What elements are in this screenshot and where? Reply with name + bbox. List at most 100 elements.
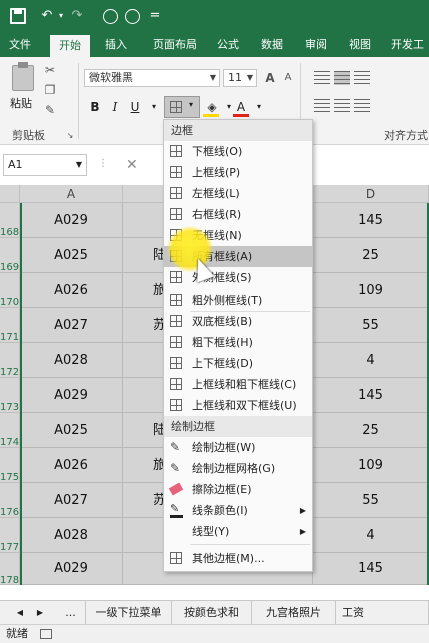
sheet-prev-button[interactable]: ◀ — [10, 601, 30, 625]
menu-item-border[interactable]: 粗外侧框线(T) — [164, 290, 312, 311]
bold-button[interactable]: B — [86, 98, 104, 116]
undo-dropdown-icon[interactable]: ▾ — [56, 7, 66, 25]
menu-item-border[interactable]: 双底框线(B) — [164, 311, 312, 332]
menu-item-line-style[interactable]: 线型(Y) ▶ — [164, 521, 312, 542]
cell-d[interactable]: 55 — [313, 483, 429, 518]
font-name-box[interactable]: 微软雅黑 ▼ — [84, 69, 220, 87]
row-header[interactable]: 169 — [0, 238, 20, 273]
row-header[interactable]: 173 — [0, 378, 20, 413]
row-header[interactable]: 171 — [0, 308, 20, 343]
cell-d[interactable]: 109 — [313, 448, 429, 483]
row-header[interactable]: 177 — [0, 518, 20, 553]
select-all-corner[interactable] — [0, 185, 20, 203]
tab-insert[interactable]: 插入 — [98, 33, 134, 57]
tab-review[interactable]: 审阅 — [298, 33, 334, 57]
cut-icon[interactable]: ✂ — [42, 63, 58, 77]
align-bottom-icon[interactable] — [354, 71, 370, 85]
font-color-dropdown-icon[interactable]: ▾ — [250, 98, 268, 116]
cell-a[interactable]: A028 — [20, 518, 123, 553]
cell-a[interactable]: A026 — [20, 273, 123, 308]
row-header[interactable]: 178 — [0, 553, 20, 586]
decrease-font-icon[interactable]: A — [280, 71, 296, 85]
row-header[interactable]: 176 — [0, 483, 20, 518]
cell-d[interactable]: 4 — [313, 518, 429, 553]
sheet-tab[interactable]: 一级下拉菜单 — [86, 601, 172, 625]
row-header[interactable]: 174 — [0, 413, 20, 448]
underline-button[interactable]: U — [126, 98, 144, 116]
cell-d[interactable]: 145 — [313, 553, 429, 585]
undo-icon[interactable]: ↶ — [38, 7, 56, 25]
tab-view[interactable]: 视图 — [342, 33, 378, 57]
save-icon[interactable] — [10, 8, 26, 24]
redo-icon[interactable]: ↷ — [68, 7, 86, 25]
macro-record-icon[interactable] — [40, 629, 52, 639]
align-right-icon[interactable] — [354, 99, 370, 113]
align-center-icon[interactable] — [334, 99, 350, 113]
menu-item-border[interactable]: 外侧框线(S) — [164, 267, 312, 288]
sheet-next-button[interactable]: ▶ — [30, 601, 50, 625]
format-painter-icon[interactable]: ✎ — [42, 103, 58, 117]
cell-a[interactable]: A028 — [20, 343, 123, 378]
menu-item-more-borders[interactable]: 其他边框(M)... — [164, 548, 312, 569]
cell-a[interactable]: A029 — [20, 203, 123, 238]
cell-a[interactable]: A025 — [20, 238, 123, 273]
cell-a[interactable]: A029 — [20, 553, 123, 585]
customize-quick-access[interactable]: = — [148, 7, 162, 25]
menu-item-line-color[interactable]: ✎ 线条颜色(I) ▶ — [164, 500, 312, 521]
align-top-icon[interactable] — [314, 71, 330, 85]
paste-label[interactable]: 粘贴 — [10, 95, 32, 111]
menu-item-border[interactable]: 下框线(O) — [164, 141, 312, 162]
cell-a[interactable]: A027 — [20, 483, 123, 518]
quick-access-circle-icon[interactable] — [103, 9, 118, 24]
row-header[interactable]: 172 — [0, 343, 20, 378]
underline-dropdown-icon[interactable]: ▾ — [145, 98, 163, 116]
cancel-formula-icon[interactable]: ✕ — [126, 157, 138, 173]
menu-item-border[interactable]: 上框线(P) — [164, 162, 312, 183]
tab-home[interactable]: 开始 — [50, 35, 90, 57]
menu-item-border[interactable]: 上下框线(D) — [164, 353, 312, 374]
align-middle-icon[interactable] — [334, 71, 350, 85]
align-left-icon[interactable] — [314, 99, 330, 113]
increase-font-icon[interactable]: A — [262, 71, 278, 85]
cell-d[interactable]: 55 — [313, 308, 429, 343]
cell-a[interactable]: A025 — [20, 413, 123, 448]
cell-a[interactable]: A029 — [20, 378, 123, 413]
row-header[interactable]: 170 — [0, 273, 20, 308]
cell-a[interactable]: A027 — [20, 308, 123, 343]
tab-file[interactable]: 文件 — [2, 33, 38, 57]
menu-item-border[interactable]: 上框线和粗下框线(C) — [164, 374, 312, 395]
menu-item-border[interactable]: 上框线和双下框线(U) — [164, 395, 312, 416]
borders-button[interactable]: ▾ — [164, 96, 200, 118]
cell-d[interactable]: 4 — [313, 343, 429, 378]
italic-button[interactable]: I — [106, 98, 124, 116]
cell-d[interactable]: 25 — [313, 413, 429, 448]
sheet-tab[interactable]: 按颜色求和 — [172, 601, 252, 625]
column-header-a[interactable]: A — [20, 185, 123, 203]
column-header-d[interactable]: D — [313, 185, 429, 203]
quick-access-circle-icon-2[interactable] — [125, 9, 140, 24]
menu-item-erase-border[interactable]: 擦除边框(E) — [164, 479, 312, 500]
menu-item-border[interactable]: 无框线(N) — [164, 225, 312, 246]
cell-d[interactable]: 109 — [313, 273, 429, 308]
cell-d[interactable]: 25 — [313, 238, 429, 273]
menu-item-draw-border-grid[interactable]: ✎ 绘制边框网格(G) — [164, 458, 312, 479]
tab-data[interactable]: 数据 — [254, 33, 290, 57]
cell-a[interactable]: A026 — [20, 448, 123, 483]
sheet-tab[interactable]: 工资 — [336, 601, 429, 625]
row-header[interactable]: 168 — [0, 203, 20, 238]
menu-item-border[interactable]: 左框线(L) — [164, 183, 312, 204]
sheet-tab[interactable]: 九宫格照片 — [252, 601, 336, 625]
font-size-box[interactable]: 11 ▼ — [223, 69, 257, 87]
copy-icon[interactable]: ❐ — [42, 83, 58, 97]
menu-item-border[interactable]: 粗下框线(H) — [164, 332, 312, 353]
paste-icon[interactable] — [12, 62, 34, 91]
cell-d[interactable]: 145 — [313, 378, 429, 413]
menu-item-border[interactable]: 右框线(R) — [164, 204, 312, 225]
name-box[interactable]: A1 ▼ — [3, 154, 87, 176]
menu-item-border[interactable]: 所有框线(A) — [164, 246, 312, 267]
sheet-more-button[interactable]: ... — [56, 601, 86, 625]
tab-developer[interactable]: 开发工 — [386, 33, 429, 57]
clipboard-launcher-icon[interactable]: ↘ — [62, 129, 78, 143]
tab-formulas[interactable]: 公式 — [210, 33, 246, 57]
row-header[interactable]: 175 — [0, 448, 20, 483]
